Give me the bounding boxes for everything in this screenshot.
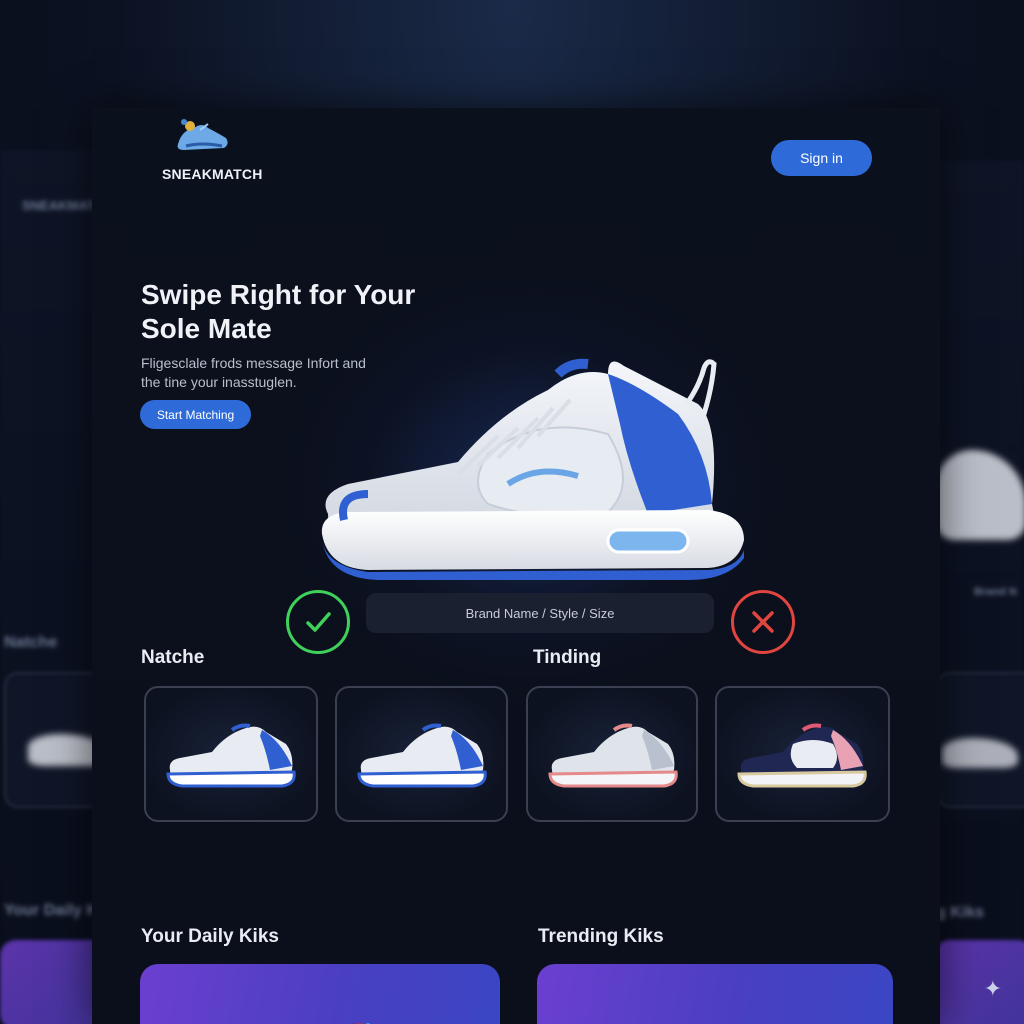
- daily-kiks-title: Your Daily Kiks: [141, 926, 279, 947]
- featured-sneaker-image[interactable]: [308, 344, 756, 580]
- background-panel-right: Brand N g Kiks: [934, 160, 1024, 1024]
- background-label: Your Daily K: [4, 902, 98, 919]
- background-shoe: [936, 450, 1024, 540]
- matches-section-title: Natche: [141, 647, 205, 668]
- sparkle-icon: ✦: [983, 976, 1002, 1001]
- sneaker-thumbnail: [737, 723, 867, 788]
- sneaker-thumbnail: [357, 723, 487, 788]
- background-label: Brand N: [974, 586, 1017, 598]
- match-card[interactable]: [335, 686, 508, 822]
- shoe-mascot-icon: [177, 119, 228, 150]
- background-promo: [934, 940, 1024, 1024]
- sneaker-thumbnail: [166, 723, 296, 788]
- x-icon: [752, 611, 774, 633]
- background-label: Natche: [4, 634, 58, 651]
- trending-kiks-title: Trending Kiks: [538, 926, 664, 947]
- background-label: g Kiks: [936, 904, 985, 921]
- match-card[interactable]: [144, 686, 318, 822]
- background-card: [936, 672, 1024, 808]
- sign-in-button[interactable]: Sign in: [771, 140, 872, 176]
- hero-title: Swipe Right for Your Sole Mate: [141, 279, 416, 344]
- daily-kiks-banner[interactable]: [140, 964, 500, 1024]
- trending-card[interactable]: [715, 686, 890, 822]
- trending-section-title: Tinding: [533, 647, 602, 668]
- background-shoe: [942, 738, 1018, 768]
- trending-kiks-banner[interactable]: [537, 964, 893, 1024]
- check-icon: [306, 612, 331, 632]
- app-window: SNEAKMATCH Sign in Swipe Right for Your …: [92, 108, 940, 1024]
- trending-card[interactable]: [526, 686, 698, 822]
- start-matching-button[interactable]: Start Matching: [140, 400, 251, 429]
- brand-logo[interactable]: SNEAKMATCH: [162, 116, 262, 186]
- dislike-button[interactable]: [731, 590, 795, 654]
- like-button[interactable]: [286, 590, 350, 654]
- sneaker-details-bar: Brand Name / Style / Size: [366, 593, 714, 633]
- sneaker-thumbnail: [548, 723, 678, 788]
- sneaker-thumbnail: [352, 1023, 371, 1024]
- brand-name: SNEAKMATCH: [162, 166, 263, 182]
